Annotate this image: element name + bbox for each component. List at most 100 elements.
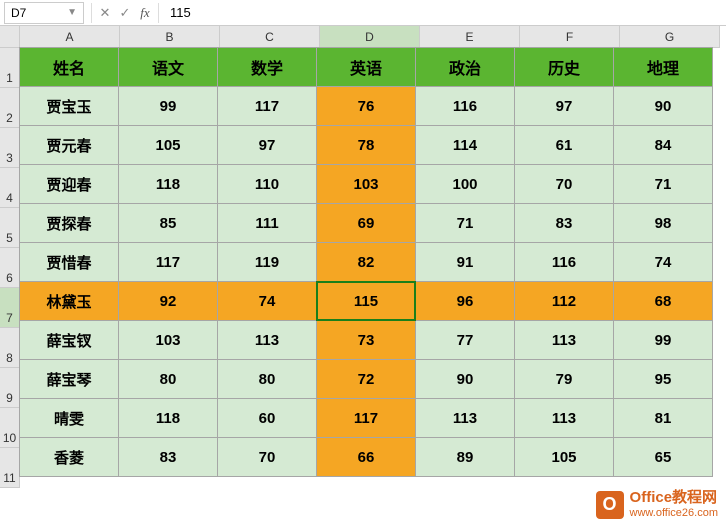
column-header-G[interactable]: G bbox=[620, 26, 720, 48]
data-cell[interactable]: 110 bbox=[217, 164, 317, 204]
cancel-icon[interactable]: ✕ bbox=[95, 3, 115, 23]
row-header-4[interactable]: 4 bbox=[0, 168, 20, 208]
data-cell[interactable]: 76 bbox=[316, 86, 416, 126]
data-cell[interactable]: 117 bbox=[118, 242, 218, 282]
data-cell[interactable]: 92 bbox=[118, 281, 218, 321]
data-cell[interactable]: 113 bbox=[217, 320, 317, 360]
data-cell[interactable]: 74 bbox=[613, 242, 713, 282]
name-box[interactable]: D7 ▼ bbox=[4, 2, 84, 24]
data-cell[interactable]: 117 bbox=[217, 86, 317, 126]
table-header-cell[interactable]: 政治 bbox=[415, 47, 515, 87]
column-header-A[interactable]: A bbox=[20, 26, 120, 48]
data-cell[interactable]: 117 bbox=[316, 398, 416, 438]
column-header-F[interactable]: F bbox=[520, 26, 620, 48]
row-header-10[interactable]: 10 bbox=[0, 408, 20, 448]
data-cell[interactable]: 116 bbox=[514, 242, 614, 282]
data-cell[interactable]: 112 bbox=[514, 281, 614, 321]
table-header-cell[interactable]: 历史 bbox=[514, 47, 614, 87]
name-cell[interactable]: 林黛玉 bbox=[19, 281, 119, 321]
table-header-cell[interactable]: 姓名 bbox=[19, 47, 119, 87]
data-cell[interactable]: 90 bbox=[613, 86, 713, 126]
row-header-11[interactable]: 11 bbox=[0, 448, 20, 488]
column-header-D[interactable]: D bbox=[320, 26, 420, 48]
table-header-cell[interactable]: 地理 bbox=[613, 47, 713, 87]
row-header-7[interactable]: 7 bbox=[0, 288, 20, 328]
data-cell[interactable]: 95 bbox=[613, 359, 713, 399]
row-header-6[interactable]: 6 bbox=[0, 248, 20, 288]
data-cell[interactable]: 71 bbox=[415, 203, 515, 243]
data-cell[interactable]: 74 bbox=[217, 281, 317, 321]
row-header-8[interactable]: 8 bbox=[0, 328, 20, 368]
row-header-9[interactable]: 9 bbox=[0, 368, 20, 408]
data-cell[interactable]: 79 bbox=[514, 359, 614, 399]
name-cell[interactable]: 晴雯 bbox=[19, 398, 119, 438]
name-cell[interactable]: 贾宝玉 bbox=[19, 86, 119, 126]
data-cell[interactable]: 98 bbox=[613, 203, 713, 243]
data-cell[interactable]: 118 bbox=[118, 398, 218, 438]
data-cell[interactable]: 91 bbox=[415, 242, 515, 282]
name-cell[interactable]: 贾惜春 bbox=[19, 242, 119, 282]
select-all-corner[interactable] bbox=[0, 26, 20, 48]
data-cell[interactable]: 119 bbox=[217, 242, 317, 282]
data-cell[interactable]: 72 bbox=[316, 359, 416, 399]
data-cell[interactable]: 70 bbox=[217, 437, 317, 477]
formula-input[interactable]: 115 bbox=[162, 5, 726, 20]
table-header-cell[interactable]: 语文 bbox=[118, 47, 218, 87]
row-header-5[interactable]: 5 bbox=[0, 208, 20, 248]
data-cell[interactable]: 96 bbox=[415, 281, 515, 321]
data-cell[interactable]: 100 bbox=[415, 164, 515, 204]
data-cell[interactable]: 80 bbox=[217, 359, 317, 399]
data-cell[interactable]: 113 bbox=[415, 398, 515, 438]
data-cell[interactable]: 115 bbox=[316, 281, 416, 321]
data-cell[interactable]: 83 bbox=[514, 203, 614, 243]
name-cell[interactable]: 香菱 bbox=[19, 437, 119, 477]
data-cell[interactable]: 103 bbox=[118, 320, 218, 360]
row-header-3[interactable]: 3 bbox=[0, 128, 20, 168]
data-cell[interactable]: 118 bbox=[118, 164, 218, 204]
data-cell[interactable]: 81 bbox=[613, 398, 713, 438]
data-cell[interactable]: 103 bbox=[316, 164, 416, 204]
name-cell[interactable]: 贾探春 bbox=[19, 203, 119, 243]
data-cell[interactable]: 65 bbox=[613, 437, 713, 477]
data-cell[interactable]: 84 bbox=[613, 125, 713, 165]
data-cell[interactable]: 105 bbox=[118, 125, 218, 165]
table-header-cell[interactable]: 英语 bbox=[316, 47, 416, 87]
data-cell[interactable]: 113 bbox=[514, 398, 614, 438]
data-cell[interactable]: 69 bbox=[316, 203, 416, 243]
column-header-B[interactable]: B bbox=[120, 26, 220, 48]
data-cell[interactable]: 78 bbox=[316, 125, 416, 165]
data-cell[interactable]: 97 bbox=[217, 125, 317, 165]
check-icon[interactable]: ✓ bbox=[115, 3, 135, 23]
chevron-down-icon[interactable]: ▼ bbox=[67, 7, 77, 18]
data-cell[interactable]: 114 bbox=[415, 125, 515, 165]
data-cell[interactable]: 61 bbox=[514, 125, 614, 165]
column-header-C[interactable]: C bbox=[220, 26, 320, 48]
name-cell[interactable]: 贾迎春 bbox=[19, 164, 119, 204]
data-cell[interactable]: 73 bbox=[316, 320, 416, 360]
column-header-E[interactable]: E bbox=[420, 26, 520, 48]
data-cell[interactable]: 99 bbox=[118, 86, 218, 126]
data-cell[interactable]: 90 bbox=[415, 359, 515, 399]
data-cell[interactable]: 97 bbox=[514, 86, 614, 126]
name-cell[interactable]: 薛宝钗 bbox=[19, 320, 119, 360]
table-header-cell[interactable]: 数学 bbox=[217, 47, 317, 87]
data-cell[interactable]: 66 bbox=[316, 437, 416, 477]
data-cell[interactable]: 99 bbox=[613, 320, 713, 360]
name-cell[interactable]: 贾元春 bbox=[19, 125, 119, 165]
data-cell[interactable]: 85 bbox=[118, 203, 218, 243]
row-header-1[interactable]: 1 bbox=[0, 48, 20, 88]
fx-icon[interactable]: fx bbox=[135, 3, 155, 23]
data-cell[interactable]: 89 bbox=[415, 437, 515, 477]
data-cell[interactable]: 116 bbox=[415, 86, 515, 126]
data-cell[interactable]: 80 bbox=[118, 359, 218, 399]
row-header-2[interactable]: 2 bbox=[0, 88, 20, 128]
data-cell[interactable]: 77 bbox=[415, 320, 515, 360]
data-cell[interactable]: 82 bbox=[316, 242, 416, 282]
data-cell[interactable]: 113 bbox=[514, 320, 614, 360]
data-cell[interactable]: 111 bbox=[217, 203, 317, 243]
data-cell[interactable]: 71 bbox=[613, 164, 713, 204]
name-cell[interactable]: 薛宝琴 bbox=[19, 359, 119, 399]
data-cell[interactable]: 105 bbox=[514, 437, 614, 477]
data-cell[interactable]: 68 bbox=[613, 281, 713, 321]
data-cell[interactable]: 60 bbox=[217, 398, 317, 438]
